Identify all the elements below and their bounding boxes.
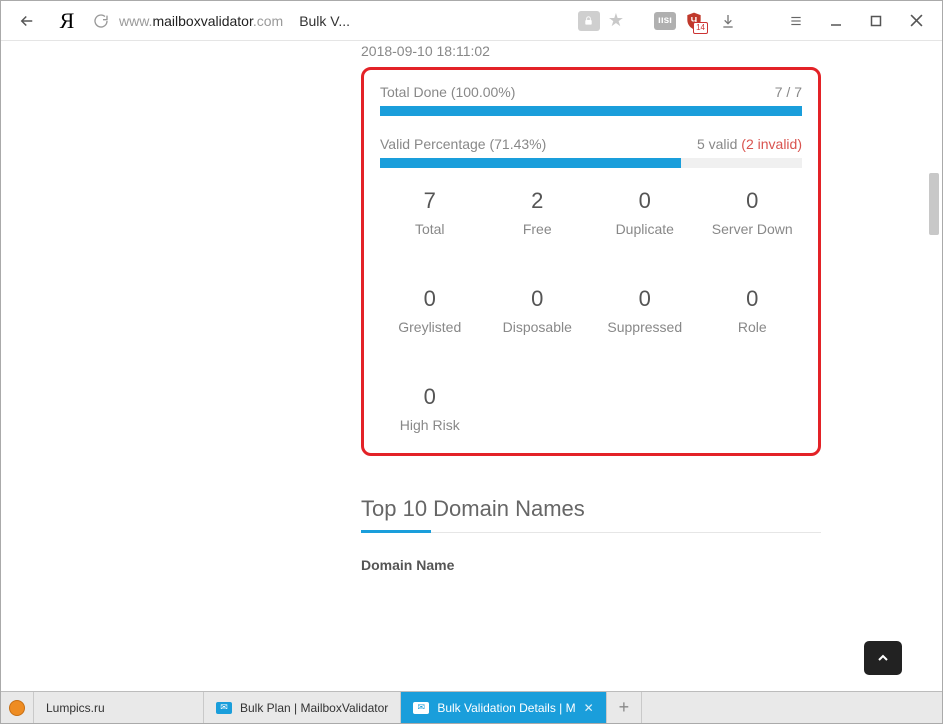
taskbar-new-tab-button[interactable]: + <box>607 692 643 723</box>
menu-button[interactable] <box>780 7 812 35</box>
top-domains-heading: Top 10 Domain Names <box>361 496 821 533</box>
browser-toolbar: Я www.mailboxvalidator.com Bulk V... ★ ı… <box>1 1 942 41</box>
scrollbar-thumb[interactable] <box>929 173 939 235</box>
reload-button[interactable] <box>91 7 111 35</box>
total-done-count: 7 / 7 <box>775 84 802 100</box>
total-done-progress <box>380 106 802 116</box>
total-done-label: Total Done (100.00%) <box>380 84 515 100</box>
valid-pct-label: Valid Percentage (71.43%) <box>380 136 546 152</box>
job-timestamp: 2018-09-10 18:11:02 <box>361 43 821 59</box>
minimize-button[interactable] <box>820 7 852 35</box>
os-taskbar: Lumpics.ru ✉ Bulk Plan | MailboxValidato… <box>1 691 942 723</box>
domain-name-column-header: Domain Name <box>361 557 821 573</box>
scrollbar-track[interactable] <box>925 41 939 691</box>
content-column: 2018-09-10 18:11:02 Total Done (100.00%)… <box>361 41 821 573</box>
browser-window: Я www.mailboxvalidator.com Bulk V... ★ ı… <box>0 0 943 724</box>
page-title-short: Bulk V... <box>299 13 350 29</box>
mail-icon: ✉ <box>413 702 429 714</box>
extension-lastfm-icon[interactable]: ıısı <box>654 12 676 30</box>
address-bar[interactable]: www.mailboxvalidator.com <box>119 7 283 35</box>
stat-high-risk: 0High Risk <box>380 384 480 434</box>
adblock-count-badge: 14 <box>693 22 708 34</box>
yandex-logo-icon[interactable]: Я <box>51 7 83 35</box>
lock-icon[interactable] <box>578 11 600 31</box>
stat-free: 2Free <box>488 188 588 238</box>
taskbar-item-bulk-validation[interactable]: ✉ Bulk Validation Details | M ✕ <box>401 692 606 723</box>
stat-suppressed: 0Suppressed <box>595 286 695 336</box>
stat-duplicate: 0Duplicate <box>595 188 695 238</box>
start-orb-icon <box>9 700 25 716</box>
taskbar-item-label: Bulk Plan | MailboxValidator <box>240 701 388 715</box>
stats-grid: 7Total 2Free 0Duplicate 0Server Down 0Gr… <box>380 188 802 435</box>
stat-total: 7Total <box>380 188 480 238</box>
page-viewport: 2018-09-10 18:11:02 Total Done (100.00%)… <box>1 41 942 691</box>
valid-pct-counts: 5 valid (2 invalid) <box>697 136 802 152</box>
stat-greylisted: 0Greylisted <box>380 286 480 336</box>
valid-pct-progress-fill <box>380 158 681 168</box>
tab-close-icon[interactable]: ✕ <box>584 701 594 715</box>
bookmark-star-icon[interactable]: ★ <box>608 10 624 31</box>
extension-adblock-icon[interactable]: Ч 14 <box>684 10 704 32</box>
stat-disposable: 0Disposable <box>488 286 588 336</box>
stat-role: 0Role <box>703 286 803 336</box>
scroll-to-top-button[interactable] <box>864 641 902 675</box>
maximize-button[interactable] <box>860 7 892 35</box>
total-done-progress-fill <box>380 106 802 116</box>
taskbar-start-item[interactable] <box>1 692 34 723</box>
taskbar-item-bulk-plan[interactable]: ✉ Bulk Plan | MailboxValidator <box>204 692 401 723</box>
valid-pct-row: Valid Percentage (71.43%) 5 valid (2 inv… <box>380 136 802 152</box>
taskbar-item-label: Bulk Validation Details | M <box>437 701 575 715</box>
close-button[interactable] <box>900 7 932 35</box>
back-button[interactable] <box>11 7 43 35</box>
stat-server-down: 0Server Down <box>703 188 803 238</box>
total-done-row: Total Done (100.00%) 7 / 7 <box>380 84 802 100</box>
url-text: www.mailboxvalidator.com <box>119 13 283 29</box>
valid-pct-progress <box>380 158 802 168</box>
downloads-button[interactable] <box>712 7 744 35</box>
mail-icon: ✉ <box>216 702 232 714</box>
taskbar-item-lumpics[interactable]: Lumpics.ru <box>34 692 204 723</box>
taskbar-item-label: Lumpics.ru <box>46 701 105 715</box>
results-highlight-frame: Total Done (100.00%) 7 / 7 Valid Percent… <box>361 67 821 456</box>
